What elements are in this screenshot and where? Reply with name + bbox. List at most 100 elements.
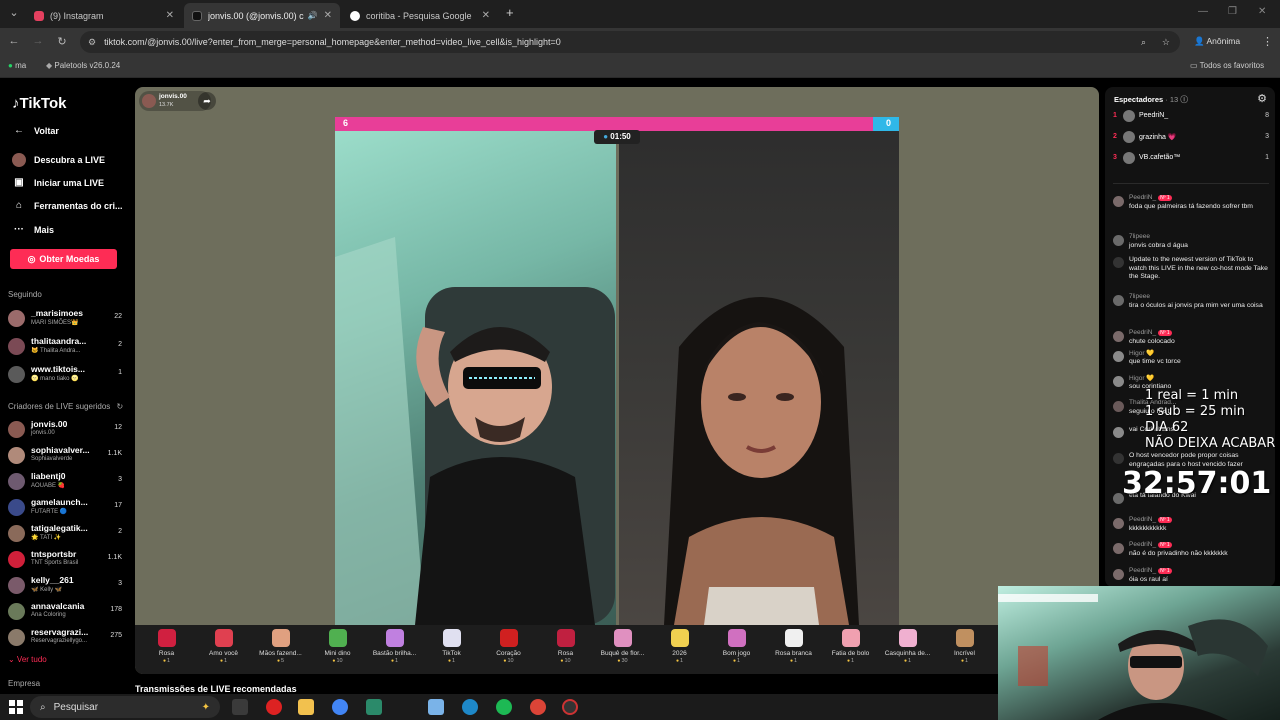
- company-title[interactable]: Empresa: [8, 679, 40, 688]
- notes-icon[interactable]: [428, 699, 444, 715]
- windows-start-icon[interactable]: [9, 700, 23, 714]
- info-icon[interactable]: ⓘ: [1180, 95, 1188, 104]
- reload-icon[interactable]: ↻: [50, 35, 74, 48]
- gift-item[interactable]: Rosa10: [537, 629, 594, 664]
- opera-icon[interactable]: [266, 699, 282, 715]
- url-text[interactable]: tiktok.com/@jonvis.00/live?enter_from_me…: [104, 37, 561, 47]
- account-item[interactable]: kelly__261 🦋 Kelly 🦋 3: [8, 574, 122, 596]
- account-item[interactable]: _marisimoes MARI SIMÕES👑 22: [8, 307, 122, 329]
- close-icon[interactable]: ✕: [166, 10, 174, 21]
- gift-item[interactable]: Bastão brilha...1: [366, 629, 423, 664]
- url-bar[interactable]: ⚙ tiktok.com/@jonvis.00/live?enter_from_…: [80, 31, 1180, 53]
- tab-list-button[interactable]: ⌄: [2, 6, 26, 19]
- bookmark-ma[interactable]: ● ma: [8, 61, 26, 70]
- username-text: 7lipeee: [1129, 293, 1150, 300]
- gift-item[interactable]: 20261: [651, 629, 708, 664]
- chrome-icon[interactable]: [332, 699, 348, 715]
- see-all-link[interactable]: ⌄ Ver tudo: [8, 655, 47, 664]
- tab-tiktok[interactable]: jonvis.00 (@jonvis.00) come 🔊 ✕: [184, 3, 340, 28]
- close-icon[interactable]: ✕: [482, 10, 490, 21]
- tab-google[interactable]: coritiba - Pesquisa Google ✕: [342, 3, 498, 28]
- account-name: tntsportsbr: [31, 549, 77, 559]
- account-item[interactable]: reservagrazi... Reservagraziellygo... 275: [8, 626, 122, 648]
- new-tab-button[interactable]: +: [506, 5, 514, 20]
- account-item[interactable]: tatigalegatik... 🌟 TATI ✨ 2: [8, 522, 122, 544]
- menu-icon[interactable]: ⋮: [1262, 35, 1273, 48]
- forward-icon[interactable]: →: [26, 35, 50, 47]
- account-item[interactable]: liabentj0 AOUABE 🍓 3: [8, 470, 122, 492]
- avatar: [1113, 235, 1124, 246]
- avatar: [1123, 131, 1135, 143]
- nav-creator-tools[interactable]: ⌂ Ferramentas do cri...: [12, 200, 123, 211]
- app-icon-dark[interactable]: [562, 699, 578, 715]
- all-favorites[interactable]: ▭ Todos os favoritos: [1190, 61, 1264, 70]
- profile-button[interactable]: 👤 Anônima: [1194, 36, 1240, 47]
- edge-icon[interactable]: [462, 699, 478, 715]
- bookmark-paletools[interactable]: ◆ Paletools v26.0.24: [46, 61, 120, 70]
- task-view-icon[interactable]: [232, 699, 248, 715]
- following-title: Seguindo: [8, 290, 42, 299]
- tiktok-sidebar: ♪TikTok ← Voltar Descubra a LIVE ▣ Inici…: [0, 79, 128, 688]
- account-name: kelly__261: [31, 575, 74, 585]
- avatar: [8, 421, 25, 438]
- zoom-icon[interactable]: ⌕: [1141, 37, 1146, 48]
- bookmark-label: Paletools v26.0.24: [54, 61, 121, 70]
- bookmark-star-icon[interactable]: ☆: [1162, 37, 1170, 48]
- nav-more[interactable]: ··· Mais: [12, 224, 54, 235]
- gift-bar: Rosa1Amo você1Mãos fazend...5Mini dino10…: [135, 625, 1099, 674]
- gift-item[interactable]: Buquê de flor...30: [594, 629, 651, 664]
- site-info-icon[interactable]: ⚙: [88, 37, 96, 48]
- file-explorer-icon[interactable]: [298, 699, 314, 715]
- account-item[interactable]: tntsportsbr TNT Sports Brasil 1.1K: [8, 548, 122, 570]
- account-item[interactable]: thalitaandra... 🐱 Thalita Andra... 2: [8, 335, 122, 357]
- gift-item[interactable]: Incrível1: [936, 629, 993, 664]
- top-viewer-row[interactable]: 1 PeedriN_ 8: [1113, 110, 1269, 124]
- gift-icon: [556, 629, 575, 647]
- nav-discover-live[interactable]: Descubra a LIVE: [12, 153, 105, 167]
- account-item[interactable]: jonvis.00 jonvis.00 12: [8, 418, 122, 440]
- restore-icon[interactable]: ❐: [1228, 6, 1237, 17]
- settings-icon[interactable]: ⚙: [1257, 92, 1267, 105]
- tab-instagram[interactable]: (9) Instagram ✕: [26, 3, 182, 28]
- account-item[interactable]: sophiavalver... Sophiavalverde 1.1K: [8, 444, 122, 466]
- refresh-icon[interactable]: ↻: [117, 402, 124, 411]
- gift-item[interactable]: Rosa1: [138, 629, 195, 664]
- gift-item[interactable]: TikTok1: [423, 629, 480, 664]
- gift-item[interactable]: Mãos fazend...5: [252, 629, 309, 664]
- spotify-icon[interactable]: [496, 699, 512, 715]
- account-item[interactable]: gamelaunch... FUTARTE 🔵 17: [8, 496, 122, 518]
- chrome-alt-icon[interactable]: [530, 699, 546, 715]
- window-close-icon[interactable]: ✕: [1258, 6, 1266, 17]
- back-icon[interactable]: ←: [2, 35, 26, 47]
- chat-username: Higor 💛: [1129, 374, 1154, 382]
- gift-icon: [214, 629, 233, 647]
- account-item[interactable]: www.tiktois... 🌝 mano tiako 🌝 1: [8, 363, 122, 385]
- get-coins-button[interactable]: ◎ Obter Moedas: [10, 249, 117, 269]
- gift-item[interactable]: Rosa branca1: [765, 629, 822, 664]
- gift-item[interactable]: Bom jogo1: [708, 629, 765, 664]
- gift-price: 30: [594, 658, 651, 664]
- account-subtitle: 🌝 mano tiako 🌝: [31, 376, 79, 382]
- top-viewer-row[interactable]: 2 grazinha 💗 3: [1113, 131, 1269, 145]
- close-icon[interactable]: ✕: [324, 10, 332, 21]
- gift-item[interactable]: Coração10: [480, 629, 537, 664]
- gift-item[interactable]: Amo você1: [195, 629, 252, 664]
- account-item[interactable]: annavalcania Ana Coloring 178: [8, 600, 122, 622]
- nav-start-live[interactable]: ▣ Iniciar uma LIVE: [12, 177, 104, 188]
- taskbar-search[interactable]: ⌕ Pesquisar ✦: [30, 696, 220, 718]
- back-link[interactable]: ← Voltar: [12, 125, 59, 136]
- gift-price: 1: [366, 658, 423, 664]
- gift-price: 1: [195, 658, 252, 664]
- home-icon: ⌂: [15, 200, 23, 211]
- gift-item[interactable]: Casquinha de...1: [879, 629, 936, 664]
- app-icon-green[interactable]: [366, 699, 382, 715]
- tiktok-logo[interactable]: ♪TikTok: [12, 95, 66, 112]
- gift-item[interactable]: Fatia de bolo1: [822, 629, 879, 664]
- speaker-icon[interactable]: 🔊: [308, 11, 318, 20]
- minimize-icon[interactable]: —: [1198, 6, 1208, 17]
- viewer-name: VB.cafetão™: [1139, 154, 1181, 161]
- avatar: [8, 577, 25, 594]
- gift-item[interactable]: Mini dino10: [309, 629, 366, 664]
- share-icon[interactable]: ➦: [198, 92, 216, 110]
- top-viewer-row[interactable]: 3 VB.cafetão™ 1: [1113, 152, 1269, 166]
